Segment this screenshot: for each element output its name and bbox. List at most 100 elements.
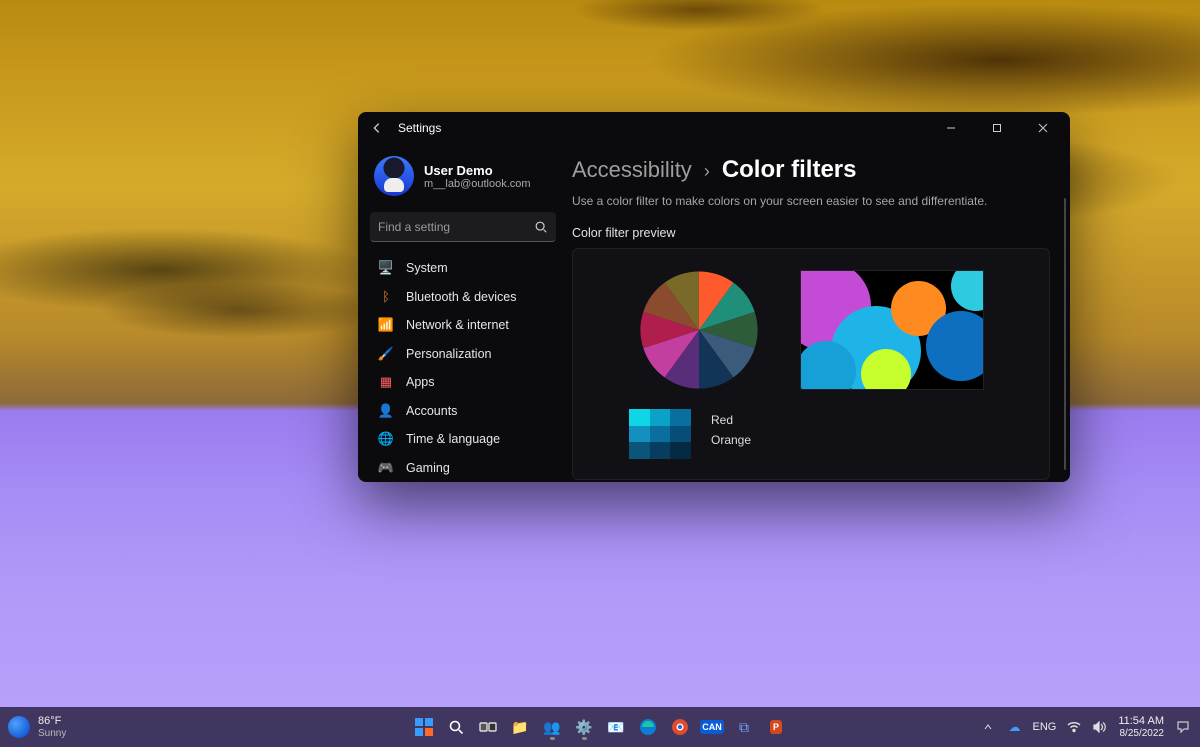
search-button[interactable] bbox=[442, 713, 470, 741]
search-icon bbox=[448, 719, 464, 735]
color-list-row: Red Orange bbox=[593, 409, 1029, 459]
wifi-icon bbox=[1067, 721, 1081, 733]
taskbar-app-people[interactable]: 👥 bbox=[538, 713, 566, 741]
window-title: Settings bbox=[398, 121, 441, 135]
breadcrumb-current: Color filters bbox=[722, 156, 857, 184]
swatch-cell bbox=[650, 409, 671, 426]
sidebar-item-label: Accounts bbox=[406, 404, 457, 418]
maximize-icon bbox=[992, 123, 1002, 133]
nav-icon: 👤 bbox=[378, 403, 394, 419]
taskbar-app-canva[interactable]: CAN bbox=[698, 713, 726, 741]
sidebar-item-network-internet[interactable]: 📶 Network & internet bbox=[370, 311, 556, 340]
nav-icon: 📶 bbox=[378, 317, 394, 333]
taskbar-app-edge[interactable] bbox=[634, 713, 662, 741]
nav-icon: ᛒ bbox=[378, 289, 394, 305]
language-indicator[interactable]: ENG bbox=[1032, 721, 1056, 733]
start-icon bbox=[415, 718, 433, 736]
tray-overflow[interactable] bbox=[980, 719, 996, 735]
gear-icon: ⚙️ bbox=[575, 719, 592, 736]
notification-icon bbox=[1176, 720, 1190, 734]
nav-icon: 🖥️ bbox=[378, 260, 394, 276]
color-label: Red bbox=[711, 413, 751, 427]
titlebar: Settings bbox=[358, 112, 1070, 144]
clock-date: 8/25/2022 bbox=[1118, 728, 1164, 739]
swatch-cell bbox=[670, 426, 691, 443]
cloud-icon: ☁ bbox=[1008, 720, 1020, 734]
chevron-up-icon bbox=[983, 722, 993, 732]
task-view-icon bbox=[479, 720, 497, 734]
weather-widget[interactable]: 86°F Sunny bbox=[8, 715, 98, 738]
tray-onedrive[interactable]: ☁ bbox=[1006, 719, 1022, 735]
taskbar-app-mail[interactable]: 📧 bbox=[602, 713, 630, 741]
profile-email: m__lab@outlook.com bbox=[424, 178, 531, 190]
search-icon bbox=[534, 220, 548, 234]
breadcrumb-parent[interactable]: Accessibility bbox=[572, 157, 692, 183]
nav-icon: 🌐 bbox=[378, 431, 394, 447]
swatch-cell bbox=[629, 442, 650, 459]
color-wheel bbox=[638, 269, 760, 391]
weather-icon bbox=[8, 716, 30, 738]
sidebar-item-time-language[interactable]: 🌐 Time & language bbox=[370, 425, 556, 454]
profile-name: User Demo bbox=[424, 163, 531, 178]
chrome-icon bbox=[671, 718, 689, 736]
taskbar-app-chrome[interactable] bbox=[666, 713, 694, 741]
color-label: Orange bbox=[711, 433, 751, 447]
start-button[interactable] bbox=[410, 713, 438, 741]
swatch-cell bbox=[670, 409, 691, 426]
search-input[interactable] bbox=[378, 220, 534, 234]
maximize-button[interactable] bbox=[974, 112, 1020, 144]
section-title: Color filter preview bbox=[572, 226, 1050, 240]
main-content: Accessibility › Color filters Use a colo… bbox=[564, 144, 1070, 482]
swatch-cell bbox=[629, 426, 650, 443]
sidebar-item-gaming[interactable]: 🎮Gaming bbox=[370, 454, 556, 483]
swatch-cell bbox=[629, 409, 650, 426]
taskbar-app-terminal[interactable]: ⧉ bbox=[730, 713, 758, 741]
taskbar-app-explorer[interactable]: 📁 bbox=[506, 713, 534, 741]
tray-network[interactable] bbox=[1066, 719, 1082, 735]
sidebar-item-bluetooth-devices[interactable]: ᛒ Bluetooth & devices bbox=[370, 283, 556, 312]
sidebar-item-apps[interactable]: ▦Apps bbox=[370, 368, 556, 397]
mail-icon: 📧 bbox=[607, 719, 624, 736]
minimize-button[interactable] bbox=[928, 112, 974, 144]
sidebar-item-label: Personalization bbox=[406, 347, 491, 361]
avatar bbox=[374, 156, 414, 196]
weather-cond: Sunny bbox=[38, 728, 66, 739]
sidebar-item-label: Bluetooth & devices bbox=[406, 290, 517, 304]
chevron-right-icon: › bbox=[704, 161, 710, 182]
taskbar-app-powerpoint[interactable]: P bbox=[762, 713, 790, 741]
sidebar-item-personalization[interactable]: 🖌️ Personalization bbox=[370, 340, 556, 369]
preview-card: Red Orange bbox=[572, 248, 1050, 480]
scrollbar[interactable] bbox=[1064, 198, 1066, 470]
search-box[interactable] bbox=[370, 212, 556, 242]
arrow-left-icon bbox=[370, 121, 384, 135]
edge-icon bbox=[639, 718, 657, 736]
weather-temp: 86°F bbox=[38, 715, 66, 727]
nav-list: 🖥️ System ᛒ Bluetooth & devices 📶 Network & i… bbox=[370, 254, 556, 482]
powerpoint-icon: P bbox=[770, 720, 782, 734]
taskbar-app-settings[interactable]: ⚙️ bbox=[570, 713, 598, 741]
sidebar-item-label: Time & language bbox=[406, 432, 500, 446]
nav-icon: ▦ bbox=[378, 374, 394, 390]
notifications-button[interactable] bbox=[1174, 718, 1192, 736]
sidebar-item-system[interactable]: 🖥️ System bbox=[370, 254, 556, 283]
page-subtitle: Use a color filter to make colors on you… bbox=[572, 194, 1050, 208]
swatch-cell bbox=[650, 426, 671, 443]
sidebar: User Demo m__lab@outlook.com 🖥️ System ᛒ Bl… bbox=[358, 144, 564, 482]
clock[interactable]: 11:54 AM 8/25/2022 bbox=[1118, 715, 1164, 738]
breadcrumb: Accessibility › Color filters bbox=[572, 156, 1050, 184]
sidebar-item-label: Network & internet bbox=[406, 318, 509, 332]
color-swatch-grid bbox=[629, 409, 691, 459]
sidebar-item-label: System bbox=[406, 261, 448, 275]
profile-block[interactable]: User Demo m__lab@outlook.com bbox=[370, 152, 556, 204]
back-button[interactable] bbox=[362, 113, 392, 143]
canva-icon: CAN bbox=[700, 720, 724, 734]
terminal-icon: ⧉ bbox=[739, 719, 749, 736]
sidebar-item-accounts[interactable]: 👤 Accounts bbox=[370, 397, 556, 426]
swatch-cell bbox=[650, 442, 671, 459]
task-view-button[interactable] bbox=[474, 713, 502, 741]
nav-icon: 🖌️ bbox=[378, 346, 394, 362]
taskbar-center: 📁 👥 ⚙️ 📧 CAN ⧉ P bbox=[410, 713, 790, 741]
close-button[interactable] bbox=[1020, 112, 1066, 144]
preview-row bbox=[593, 269, 1029, 391]
tray-volume[interactable] bbox=[1092, 719, 1108, 735]
